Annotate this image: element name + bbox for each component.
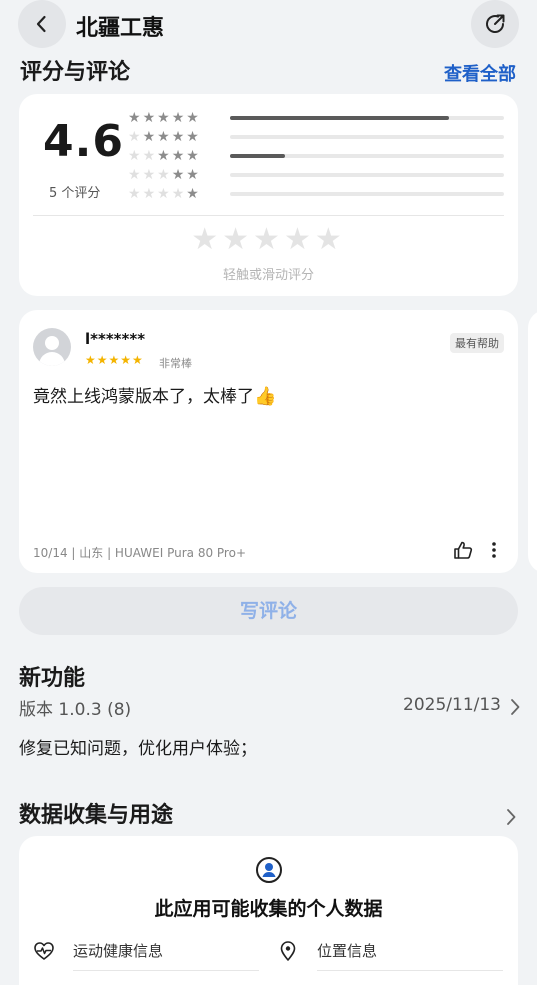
rating-bar bbox=[230, 135, 504, 139]
version-label: 版本 1.0.3 (8) bbox=[19, 700, 132, 720]
star-icon[interactable]: ★ bbox=[253, 222, 284, 257]
rating-summary-card: 4.6 5 个评分 ★★★★★ ★★★★★ ★★★★★ ★★★★★ ★★★★★ ★★★★… bbox=[19, 94, 518, 296]
rating-bar bbox=[230, 173, 504, 177]
rating-row-2-star: ★★★★★ bbox=[128, 166, 506, 185]
rate-hint: 轻触或滑动评分 bbox=[222, 268, 314, 283]
rating-row-4-star: ★★★★★ bbox=[128, 128, 506, 147]
chevron-right-icon[interactable] bbox=[509, 698, 521, 716]
rating-bar-fill bbox=[230, 116, 450, 120]
thumbs-up-emoji-icon: 👍 bbox=[254, 386, 277, 407]
divider bbox=[33, 215, 504, 216]
row-stars: ★★★★★ bbox=[128, 186, 201, 202]
heart-pulse-icon bbox=[34, 942, 54, 960]
rating-bar bbox=[230, 154, 504, 158]
review-stars: ★★★★★ bbox=[85, 353, 144, 367]
data-item-health: 运动健康信息 bbox=[33, 938, 263, 971]
app-ratings-page: 北疆工惠 评分与评论 查看全部 4.6 5 个评分 ★★★★★ ★★★★★ ★★★★… bbox=[0, 0, 537, 985]
share-icon bbox=[486, 14, 505, 33]
rating-bar-fill bbox=[230, 154, 285, 158]
location-pin-icon bbox=[280, 941, 296, 961]
more-vertical-icon[interactable] bbox=[490, 541, 498, 559]
chevron-left-icon bbox=[36, 15, 46, 33]
data-item-label: 运动健康信息 bbox=[73, 942, 164, 960]
row-stars: ★★★★★ bbox=[128, 129, 201, 145]
new-features-title: 新功能 bbox=[19, 666, 86, 691]
average-score: 4.6 bbox=[43, 116, 124, 167]
rating-row-5-star: ★★★★★ bbox=[128, 109, 506, 128]
row-stars: ★★★★★ bbox=[128, 110, 201, 126]
star-icon[interactable]: ★ bbox=[284, 222, 315, 257]
back-button[interactable] bbox=[18, 0, 66, 48]
write-review-button[interactable]: 写评论 bbox=[19, 587, 518, 635]
header: 北疆工惠 bbox=[0, 0, 537, 50]
ratings-section-header: 评分与评论 查看全部 bbox=[20, 54, 516, 86]
rating-distribution: ★★★★★ ★★★★★ ★★★★★ ★★★★★ ★★★★★ bbox=[128, 109, 506, 204]
next-review-card[interactable] bbox=[528, 310, 537, 573]
review-body: 竟然上线鸿蒙版本了，太棒了 bbox=[33, 387, 254, 407]
row-stars: ★★★★★ bbox=[128, 167, 201, 183]
release-notes: 修复已知问题，优化用户体验； bbox=[19, 739, 257, 759]
row-stars: ★★★★★ bbox=[128, 148, 201, 164]
see-all-link[interactable]: 查看全部 bbox=[444, 60, 516, 86]
review-text: 竟然上线鸿蒙版本了，太棒了👍 bbox=[33, 382, 276, 407]
ratings-section-title: 评分与评论 bbox=[20, 60, 131, 85]
rating-row-1-star: ★★★★★ bbox=[128, 185, 506, 204]
review-meta: 10/14 | 山东 | HUAWEI Pura 80 Pro+ bbox=[33, 546, 246, 560]
data-collection-title: 数据收集与用途 bbox=[19, 803, 174, 828]
rating-bar bbox=[230, 192, 504, 196]
data-item-label: 位置信息 bbox=[317, 942, 378, 960]
reviewer-name: l******* bbox=[85, 330, 146, 348]
app-title: 北疆工惠 bbox=[76, 16, 165, 41]
share-button[interactable] bbox=[471, 0, 519, 48]
data-collection-heading: 此应用可能收集的个人数据 bbox=[154, 898, 383, 920]
avatar bbox=[33, 328, 71, 366]
star-icon[interactable]: ★ bbox=[315, 222, 346, 257]
data-item-location: 位置信息 bbox=[277, 938, 507, 971]
user-privacy-icon bbox=[256, 857, 282, 883]
rating-bar bbox=[230, 116, 504, 120]
rating-count: 5 个评分 bbox=[49, 186, 101, 201]
most-helpful-badge: 最有帮助 bbox=[450, 333, 504, 353]
rate-stars-input[interactable]: ★★★★★ bbox=[19, 222, 518, 257]
review-rating-label: 非常棒 bbox=[159, 357, 192, 370]
chevron-right-icon[interactable] bbox=[505, 808, 517, 826]
thumbs-up-icon[interactable] bbox=[452, 539, 474, 561]
data-collection-card[interactable]: 此应用可能收集的个人数据 运动健康信息 位置信息 bbox=[19, 836, 518, 985]
star-icon[interactable]: ★ bbox=[222, 222, 253, 257]
release-date[interactable]: 2025/11/13 bbox=[403, 695, 501, 715]
star-icon[interactable]: ★ bbox=[191, 222, 222, 257]
rating-row-3-star: ★★★★★ bbox=[128, 147, 506, 166]
review-card[interactable]: l******* ★★★★★ 非常棒 最有帮助 竟然上线鸿蒙版本了，太棒了👍 1… bbox=[19, 310, 518, 573]
